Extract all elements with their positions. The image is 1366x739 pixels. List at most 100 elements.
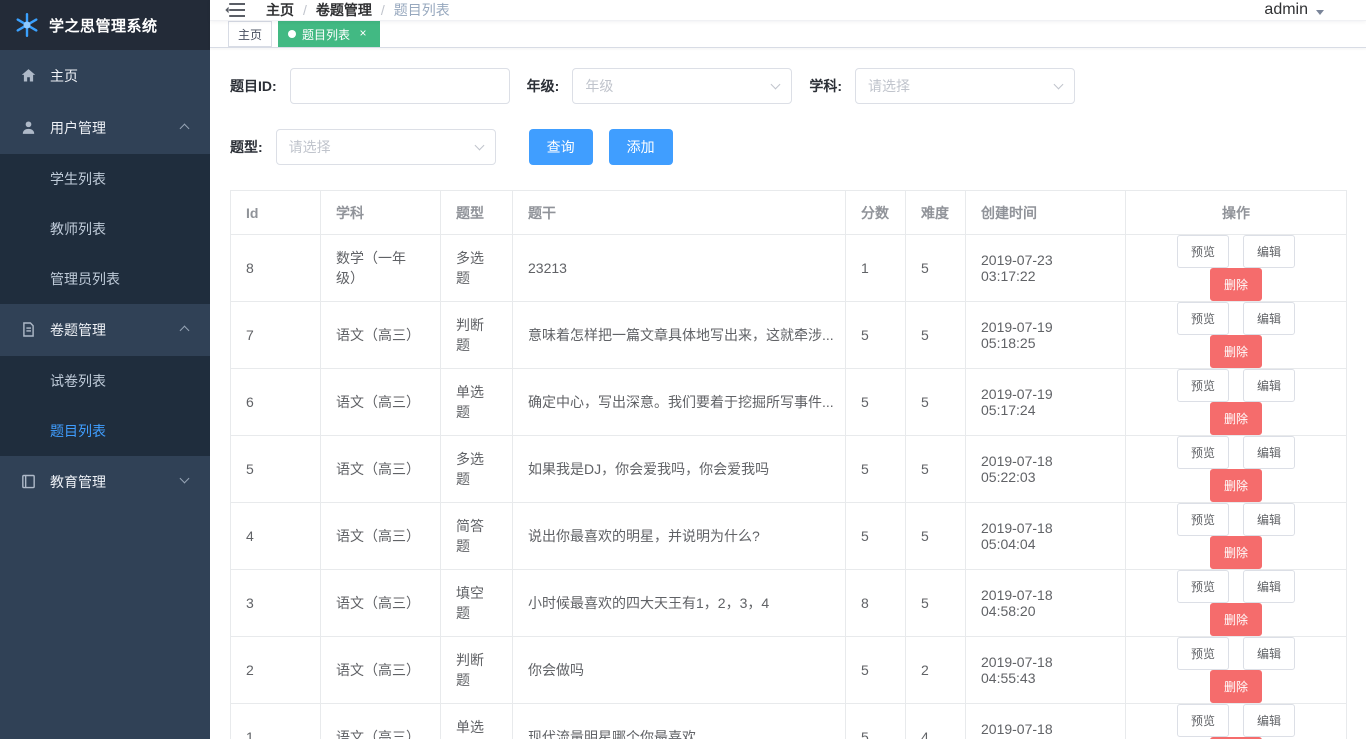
cell-difficulty: 5: [905, 368, 966, 436]
close-icon[interactable]: ×: [356, 27, 370, 41]
sidebar-item-paper-management[interactable]: 卷题管理: [0, 304, 210, 356]
search-button[interactable]: 查询: [528, 129, 593, 165]
delete-button[interactable]: 删除: [1209, 670, 1262, 703]
subject-label: 学科:: [809, 78, 843, 94]
sidebar-item-home[interactable]: 主页: [0, 50, 210, 102]
type-select[interactable]: 请选择: [275, 129, 496, 165]
cell-score: 5: [845, 301, 906, 369]
cell-id: 2: [230, 636, 321, 704]
cell-stem: 意味着怎样把一篇文章具体地写出来，这就牵涉...: [512, 301, 846, 369]
cell-difficulty: 5: [905, 234, 966, 302]
home-icon: [20, 67, 38, 85]
breadcrumb-home[interactable]: 主页: [266, 0, 294, 20]
cell-actions: 预览 编辑 删除: [1125, 301, 1347, 369]
cell-id: 5: [230, 435, 321, 503]
filter-row-1: 题目ID: 年级: 年级 学科: 请选择: [230, 68, 1346, 104]
cell-stem: 说出你最喜欢的明星，并说明为什么?: [512, 502, 846, 570]
preview-button[interactable]: 预览: [1177, 570, 1230, 603]
sidebar-item-teacher-list[interactable]: 教师列表: [0, 204, 210, 254]
submenu-paper-management: 试卷列表 题目列表: [0, 356, 210, 456]
cell-created: 2019-07-19 05:17:24: [965, 368, 1126, 436]
sidebar-menu: 主页 用户管理 学生列表 教师列表 管理员列表 卷题管理 试卷列表 题目列表 教…: [0, 50, 210, 508]
sidebar-item-question-list[interactable]: 题目列表: [0, 406, 210, 456]
table-row: 1 语文（高三） 单选题 现代流量明星哪个你最喜欢 5 4 2019-07-18…: [230, 703, 1347, 739]
preview-button[interactable]: 预览: [1177, 637, 1230, 670]
subject-select[interactable]: 请选择: [855, 68, 1076, 104]
cell-score: 8: [845, 569, 906, 637]
app-root: 学之思管理系统 主页 用户管理 学生列表 教师列表 管理员列表 卷题管理 试卷列…: [0, 0, 1366, 739]
cell-created: 2019-07-19 05:18:25: [965, 301, 1126, 369]
delete-button[interactable]: 删除: [1209, 603, 1262, 636]
submenu-user-management: 学生列表 教师列表 管理员列表: [0, 154, 210, 304]
delete-button[interactable]: 删除: [1209, 469, 1262, 502]
edit-button[interactable]: 编辑: [1242, 704, 1295, 737]
main-area: 主页 / 卷题管理 / 题目列表 admin 主页 题目列表 × 题目ID: 年…: [210, 0, 1366, 739]
cell-type: 单选题: [440, 368, 513, 436]
table-row: 2 语文（高三） 判断题 你会做吗 5 2 2019-07-18 04:55:4…: [230, 636, 1347, 704]
sidebar-item-education-management[interactable]: 教育管理: [0, 456, 210, 508]
table-body: 8 数学（一年级） 多选题 23213 1 5 2019-07-23 03:17…: [230, 234, 1347, 739]
edit-button[interactable]: 编辑: [1242, 369, 1295, 402]
cell-subject: 语文（高三）: [320, 636, 441, 704]
breadcrumb: 主页 / 卷题管理 / 题目列表: [266, 0, 450, 20]
grade-select[interactable]: 年级: [572, 68, 793, 104]
sidebar-item-paper-list[interactable]: 试卷列表: [0, 356, 210, 406]
user-dropdown[interactable]: admin: [1264, 1, 1324, 19]
preview-button[interactable]: 预览: [1177, 302, 1230, 335]
preview-button[interactable]: 预览: [1177, 704, 1230, 737]
preview-button[interactable]: 预览: [1177, 436, 1230, 469]
question-id-input[interactable]: [289, 68, 510, 104]
app-title: 学之思管理系统: [49, 17, 158, 35]
cell-actions: 预览 编辑 删除: [1125, 636, 1347, 704]
delete-button[interactable]: 删除: [1209, 268, 1262, 301]
tag-label: 题目列表: [302, 27, 351, 42]
cell-type: 多选题: [440, 435, 513, 503]
add-button[interactable]: 添加: [608, 129, 673, 165]
table-row: 3 语文（高三） 填空题 小时候最喜欢的四大天王有1，2，3，4 8 5 201…: [230, 569, 1347, 637]
edit-button[interactable]: 编辑: [1242, 503, 1295, 536]
breadcrumb-separator: /: [303, 2, 307, 18]
tag-question-list[interactable]: 题目列表 ×: [278, 21, 381, 47]
hamburger-icon[interactable]: [210, 0, 260, 20]
cell-subject: 语文（高三）: [320, 703, 441, 739]
delete-button[interactable]: 删除: [1209, 335, 1262, 368]
sidebar-item-student-list[interactable]: 学生列表: [0, 154, 210, 204]
sidebar-item-admin-list[interactable]: 管理员列表: [0, 254, 210, 304]
cell-type: 判断题: [440, 636, 513, 704]
preview-button[interactable]: 预览: [1177, 235, 1230, 268]
cell-id: 8: [230, 234, 321, 302]
chevron-down-icon: [474, 140, 485, 151]
chevron-down-icon: [1053, 79, 1064, 90]
cell-id: 3: [230, 569, 321, 637]
breadcrumb-paper-management[interactable]: 卷题管理: [316, 0, 372, 20]
edit-button[interactable]: 编辑: [1242, 637, 1295, 670]
sidebar-item-user-management[interactable]: 用户管理: [0, 102, 210, 154]
edit-button[interactable]: 编辑: [1242, 570, 1295, 603]
grade-label: 年级:: [526, 78, 560, 94]
cell-subject: 语文（高三）: [320, 569, 441, 637]
edit-button[interactable]: 编辑: [1242, 235, 1295, 268]
type-label: 题型:: [230, 139, 263, 155]
delete-button[interactable]: 删除: [1209, 536, 1262, 569]
document-icon: [20, 321, 38, 339]
delete-button[interactable]: 删除: [1209, 402, 1262, 435]
chevron-up-icon: [179, 325, 190, 336]
cell-actions: 预览 编辑 删除: [1125, 234, 1347, 302]
book-icon: [20, 473, 38, 491]
edit-button[interactable]: 编辑: [1242, 302, 1295, 335]
cell-type: 判断题: [440, 301, 513, 369]
sidebar-item-label: 教育管理: [50, 474, 106, 490]
user-name: admin: [1264, 1, 1308, 18]
cell-id: 6: [230, 368, 321, 436]
tag-home[interactable]: 主页: [228, 21, 273, 47]
cell-difficulty: 5: [905, 301, 966, 369]
col-header-subject: 学科: [320, 190, 441, 235]
sidebar-item-label: 用户管理: [50, 120, 106, 136]
cell-actions: 预览 编辑 删除: [1125, 368, 1347, 436]
preview-button[interactable]: 预览: [1177, 503, 1230, 536]
cell-subject: 语文（高三）: [320, 502, 441, 570]
cell-actions: 预览 编辑 删除: [1125, 569, 1347, 637]
edit-button[interactable]: 编辑: [1242, 436, 1295, 469]
breadcrumb-separator: /: [380, 2, 385, 18]
preview-button[interactable]: 预览: [1177, 369, 1230, 402]
